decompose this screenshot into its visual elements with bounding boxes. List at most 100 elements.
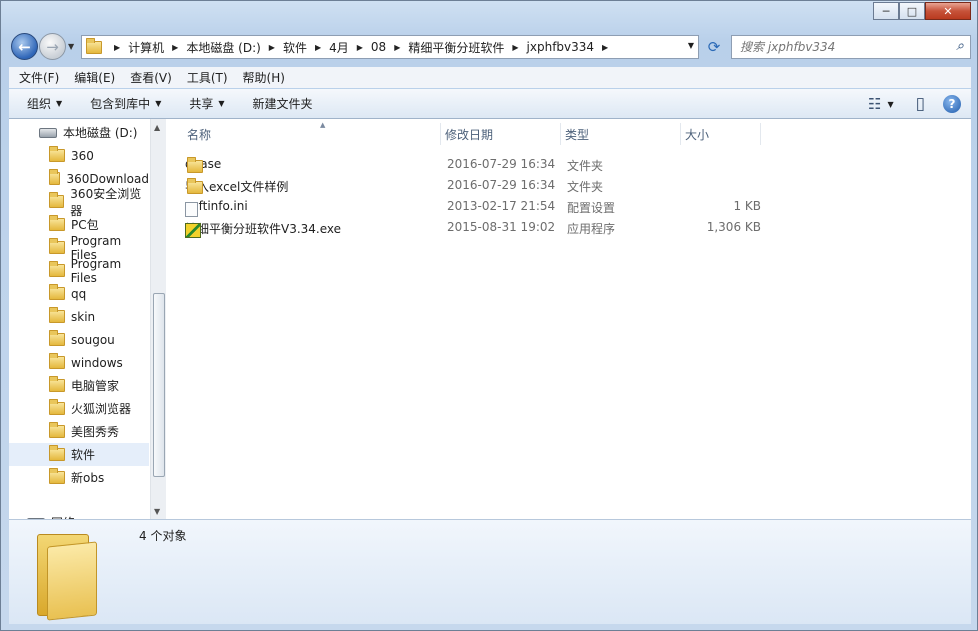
scroll-up-arrow-icon[interactable]: ▲	[154, 123, 160, 132]
column-header-type[interactable]: 类型	[561, 123, 681, 145]
folder-icon	[49, 353, 65, 369]
exe-file-icon	[185, 223, 201, 238]
nav-tree-item[interactable]: 360安全浏览器	[9, 187, 149, 218]
address-bar[interactable]: ▶ 计算机 ▶ 本地磁盘 (D:) ▶ 软件 ▶ 4月 ▶ 08 ▶ 精细平衡分班软件 ▶ jxphfbv…	[81, 35, 699, 59]
nav-tree-item[interactable]: sougou	[9, 328, 149, 351]
file-date: 2015-08-31 19:02	[447, 220, 556, 234]
forward-button[interactable]: →	[39, 33, 66, 60]
object-count: 4 个对象	[139, 529, 187, 543]
command-button[interactable]: 包含到库中 ▼	[80, 95, 171, 112]
menu-item[interactable]: 帮助(H)	[238, 69, 290, 86]
menu-item[interactable]: 工具(T)	[182, 69, 233, 86]
nav-tree-item[interactable]: 网络	[9, 511, 149, 519]
menu-item[interactable]: 查看(V)	[125, 69, 177, 86]
column-header-size[interactable]: 大小	[681, 123, 761, 145]
breadcrumb-separator-icon[interactable]: ▶	[357, 43, 363, 52]
breadcrumb-item[interactable]: jxphfbv334	[527, 40, 595, 54]
breadcrumb-separator-icon[interactable]: ▶	[114, 43, 120, 52]
close-button[interactable]: ✕	[925, 2, 971, 20]
help-icon[interactable]: ?	[943, 95, 961, 113]
scrollbar-thumb[interactable]	[153, 293, 165, 477]
file-row[interactable]: 导入excel文件样例 2016-07-29 16:34 文件夹	[185, 175, 945, 196]
nav-tree-label: 火狐浏览器	[71, 402, 132, 416]
breadcrumb-item[interactable]: 软件	[283, 39, 307, 56]
magnifier-icon[interactable]: ⌕	[956, 38, 964, 54]
nav-tree-label: 软件	[71, 448, 96, 462]
column-size-label: 大小	[685, 127, 710, 142]
command-button[interactable]: 新建文件夹	[243, 95, 323, 112]
address-dropdown-icon[interactable]: ▼	[688, 41, 694, 50]
nav-tree-label: PC包	[71, 218, 99, 232]
nav-tree-label: 电脑管家	[71, 379, 120, 393]
preview-pane-icon[interactable]: ▯	[916, 94, 925, 114]
dropdown-arrow-icon: ▼	[56, 99, 63, 108]
command-label: 包含到库中	[90, 97, 151, 111]
file-list: 名称 ▲ 修改日期 类型 大小 dbase 2016-07-29 16:34 文件夹…	[169, 119, 971, 519]
nav-tree-item[interactable]: 360	[9, 144, 149, 167]
column-header-date[interactable]: 修改日期	[441, 123, 561, 145]
folder-icon	[49, 215, 65, 231]
nav-tree-label: Program Files	[70, 256, 122, 285]
nav-tree-label: 本地磁盘 (D:)	[63, 126, 138, 140]
scroll-down-arrow-icon[interactable]: ▼	[154, 507, 160, 516]
breadcrumb-separator-icon[interactable]: ▶	[602, 43, 608, 52]
navigation-scrollbar[interactable]: ▲ ▼	[150, 119, 166, 519]
nav-tree-item[interactable]: windows	[9, 351, 149, 374]
menu-item[interactable]: 编辑(E)	[69, 69, 120, 86]
breadcrumb-separator-icon[interactable]: ▶	[269, 43, 275, 52]
nav-tree-label: skin	[71, 309, 96, 324]
search-input[interactable]	[740, 40, 940, 54]
change-view-icon[interactable]: ☷	[868, 95, 881, 113]
file-date: 2016-07-29 16:34	[447, 178, 556, 192]
nav-tree-item[interactable]: 新obs	[9, 466, 149, 489]
file-name: 精细平衡分班软件V3.34.exe	[185, 222, 342, 236]
column-name-label: 名称	[187, 127, 212, 142]
folder-icon	[49, 468, 65, 484]
navigation-bar: ← → ▼ ▶ 计算机 ▶ 本地磁盘 (D:) ▶ 软件 ▶ 4月 ▶ 08 ▶ 精细平衡分班软件 ▶ j…	[9, 32, 971, 62]
column-date-label: 修改日期	[445, 127, 494, 142]
file-row[interactable]: softinfo.ini 2013-02-17 21:54 配置设置 1 KB	[185, 196, 945, 217]
column-type-label: 类型	[565, 127, 590, 142]
breadcrumb-separator-icon[interactable]: ▶	[394, 43, 400, 52]
nav-tree-item[interactable]: 本地磁盘 (D:)	[9, 121, 149, 144]
menu-item[interactable]: 文件(F)	[14, 69, 64, 86]
minimize-button[interactable]: ─	[873, 2, 899, 20]
nav-tree-item[interactable]: 火狐浏览器	[9, 397, 149, 420]
command-button[interactable]: 组织 ▼	[17, 95, 72, 112]
breadcrumb-item[interactable]: 计算机	[128, 39, 164, 56]
nav-tree-label: 360	[71, 148, 94, 163]
nav-tree-item[interactable]: skin	[9, 305, 149, 328]
file-row[interactable]: 精细平衡分班软件V3.34.exe 2015-08-31 19:02 应用程序 1,3…	[185, 217, 945, 238]
refresh-button[interactable]: ⟳	[701, 35, 727, 59]
breadcrumb-separator-icon[interactable]: ▶	[172, 43, 178, 52]
breadcrumb-item[interactable]: 4月	[329, 39, 349, 56]
search-box[interactable]: ⌕	[731, 35, 971, 59]
nav-tree-item[interactable]: 电脑管家	[9, 374, 149, 397]
folder-icon	[49, 261, 65, 277]
folder-icon	[49, 284, 65, 300]
breadcrumb-separator-icon[interactable]: ▶	[315, 43, 321, 52]
nav-tree-label: 美图秀秀	[71, 425, 120, 439]
nav-tree-label: 360Download	[66, 171, 149, 186]
back-button[interactable]: ←	[11, 33, 38, 60]
nav-tree-item[interactable]: 软件	[9, 443, 149, 466]
ini-file-icon	[185, 202, 198, 217]
breadcrumb-separator-icon[interactable]: ▶	[512, 43, 518, 52]
caption-buttons: ─ □ ✕	[873, 2, 971, 20]
nav-tree-item[interactable]: qq	[9, 282, 149, 305]
breadcrumb-item[interactable]: 精细平衡分班软件	[408, 39, 504, 56]
command-button[interactable]: 共享 ▼	[179, 95, 234, 112]
breadcrumb-item[interactable]: 08	[371, 40, 386, 54]
nav-tree-item[interactable]: Program Files	[9, 256, 149, 285]
column-header-name[interactable]: 名称 ▲	[183, 121, 441, 145]
details-pane: 4 个对象	[9, 519, 971, 624]
maximize-button[interactable]: □	[899, 2, 925, 20]
file-row[interactable]: dbase 2016-07-29 16:34 文件夹	[185, 154, 945, 175]
view-dropdown-icon[interactable]: ▼	[887, 100, 893, 109]
nav-tree-item[interactable]: 美图秀秀	[9, 420, 149, 443]
large-folder-icon	[37, 526, 99, 621]
file-type: 配置设置	[567, 201, 616, 215]
breadcrumb-item[interactable]: 本地磁盘 (D:)	[186, 39, 260, 56]
recent-pages-dropdown-icon[interactable]: ▼	[68, 42, 74, 51]
file-size: 1,306 KB	[706, 220, 761, 234]
